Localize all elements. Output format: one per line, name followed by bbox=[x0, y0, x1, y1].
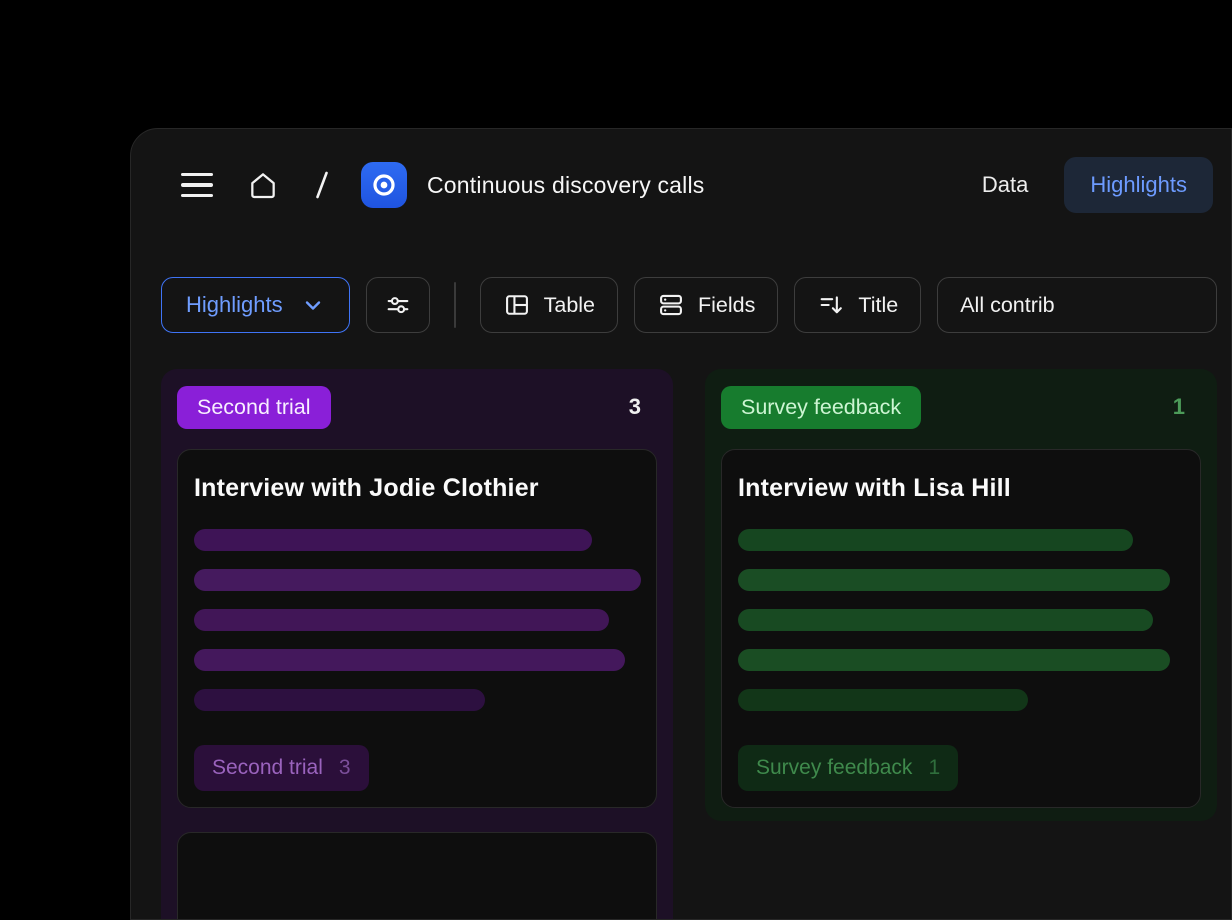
skeleton-line bbox=[194, 529, 592, 551]
chevron-down-icon bbox=[301, 293, 325, 317]
skeleton-line bbox=[194, 609, 609, 631]
group-column-second-trial: Second trial 3 Interview with Jodie Clot… bbox=[161, 369, 673, 920]
group-count: 1 bbox=[1173, 394, 1185, 420]
skeleton-line bbox=[194, 649, 625, 671]
skeleton-line bbox=[194, 569, 641, 591]
table-button-label: Table bbox=[544, 293, 595, 318]
home-button[interactable] bbox=[243, 165, 283, 205]
skeleton-line bbox=[738, 689, 1028, 711]
skeleton-line bbox=[738, 569, 1170, 591]
group-pill: Survey feedback bbox=[721, 386, 921, 429]
highlight-card-partial[interactable] bbox=[177, 832, 657, 920]
sort-title-button[interactable]: Title bbox=[794, 277, 921, 333]
card-tag-pill: Second trial 3 bbox=[194, 745, 369, 791]
breadcrumb-slash-icon bbox=[309, 168, 335, 202]
contributors-button-label: All contrib bbox=[960, 293, 1054, 318]
app-window: Continuous discovery calls Data Highligh… bbox=[130, 128, 1232, 920]
card-tag-pill: Survey feedback 1 bbox=[738, 745, 958, 791]
project-logo-icon bbox=[369, 170, 399, 200]
skeleton-line bbox=[194, 689, 485, 711]
home-icon bbox=[247, 169, 279, 201]
tab-highlights[interactable]: Highlights bbox=[1064, 157, 1213, 213]
group-pill: Second trial bbox=[177, 386, 331, 429]
header-left: Continuous discovery calls bbox=[177, 129, 705, 241]
sort-button-label: Title bbox=[858, 293, 898, 318]
tab-data[interactable]: Data bbox=[956, 157, 1054, 213]
header: Continuous discovery calls Data Highligh… bbox=[131, 129, 1231, 241]
menu-button[interactable] bbox=[177, 165, 217, 205]
contributors-filter-button[interactable]: All contrib bbox=[937, 277, 1217, 333]
group-header: Survey feedback 1 bbox=[721, 385, 1201, 429]
group-count: 3 bbox=[629, 394, 641, 420]
view-selector-label: Highlights bbox=[186, 292, 283, 318]
card-tag-count: 1 bbox=[928, 756, 940, 780]
highlight-card[interactable]: Interview with Lisa Hill Survey feedback… bbox=[721, 449, 1201, 808]
redacted-text-lines bbox=[738, 529, 1184, 711]
card-tag-count: 3 bbox=[339, 756, 351, 780]
header-tabs: Data Highlights bbox=[956, 129, 1213, 241]
skeleton-line bbox=[738, 649, 1170, 671]
table-icon bbox=[503, 291, 531, 319]
toolbar-divider bbox=[454, 282, 456, 328]
skeleton-line bbox=[738, 529, 1133, 551]
view-selector-dropdown[interactable]: Highlights bbox=[161, 277, 350, 333]
project-logo[interactable] bbox=[361, 162, 407, 208]
sliders-icon bbox=[384, 291, 412, 319]
group-header: Second trial 3 bbox=[177, 385, 657, 429]
toolbar: Highlights Table bbox=[161, 277, 1231, 333]
fields-button-label: Fields bbox=[698, 293, 755, 318]
fields-button[interactable]: Fields bbox=[634, 277, 778, 333]
fields-icon bbox=[657, 291, 685, 319]
card-tag-label: Second trial bbox=[212, 756, 323, 780]
highlight-card[interactable]: Interview with Jodie Clothier Second tri… bbox=[177, 449, 657, 808]
card-title: Interview with Jodie Clothier bbox=[194, 474, 640, 503]
page-canvas: { "header": { "title": "Continuous disco… bbox=[0, 0, 1232, 920]
redacted-text-lines bbox=[194, 529, 640, 711]
hamburger-icon bbox=[181, 173, 213, 198]
skeleton-line bbox=[738, 609, 1153, 631]
group-column-survey-feedback: Survey feedback 1 Interview with Lisa Hi… bbox=[705, 369, 1217, 821]
card-title: Interview with Lisa Hill bbox=[738, 474, 1184, 503]
page-title: Continuous discovery calls bbox=[427, 172, 705, 199]
sort-descending-icon bbox=[817, 291, 845, 319]
table-view-button[interactable]: Table bbox=[480, 277, 618, 333]
display-settings-button[interactable] bbox=[366, 277, 430, 333]
card-tag-label: Survey feedback bbox=[756, 756, 912, 780]
